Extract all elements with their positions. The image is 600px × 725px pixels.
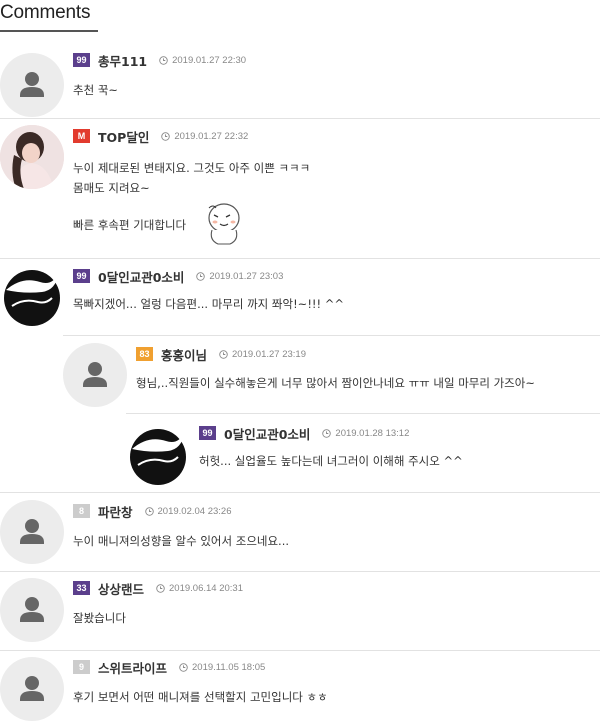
avatar[interactable] bbox=[126, 423, 190, 487]
comment-author[interactable]: 파란창 bbox=[98, 502, 133, 521]
comment-item: 8 파란창 2019.02.04 23:26 누이 매니져의성향을 알수 있어서… bbox=[0, 492, 600, 572]
clock-icon bbox=[159, 55, 168, 65]
reply-item: 99 0달인교관0소비 2019.01.28 13:12 허헛... 실업율도 … bbox=[0, 413, 600, 491]
reply-item: 83 홍홍이님 2019.01.27 23:19 형님,..직원들이 실수해놓은… bbox=[0, 335, 600, 413]
comment-text: 빠른 후속편 기대합니다 bbox=[73, 218, 187, 232]
emoticon-sticker-icon bbox=[208, 203, 240, 245]
comments-title: Comments bbox=[0, 2, 91, 23]
comment-item: M TOP달인 2019.01.27 22:32 누이 제대로된 변태지요. 그… bbox=[0, 118, 600, 259]
comment-author[interactable]: TOP달인 bbox=[98, 127, 149, 146]
comment-date: 2019.01.27 23:03 bbox=[209, 270, 284, 282]
comment-text: 목빠지겠어... 얼렁 다음편... 마무리 까지 쫘악!~!!! ^^ bbox=[73, 297, 345, 311]
comment-item: 99 0달인교관0소비 2019.01.27 23:03 목빠지겠어... 얼렁… bbox=[0, 258, 600, 333]
clock-icon bbox=[156, 583, 165, 593]
profile-logo-icon bbox=[4, 270, 60, 326]
avatar[interactable] bbox=[0, 500, 64, 564]
comment-date: 2019.06.14 20:31 bbox=[169, 582, 243, 594]
comment-author[interactable]: 0달인교관0소비 bbox=[98, 267, 184, 286]
clock-icon bbox=[144, 506, 154, 516]
default-avatar-icon bbox=[20, 72, 44, 97]
comment-text: 누이 제대로된 변태지요. 그것도 아주 이쁜 ㅋㅋㅋ bbox=[73, 161, 311, 175]
comment-author[interactable]: 0달인교관0소비 bbox=[224, 424, 310, 443]
default-avatar-icon bbox=[20, 676, 44, 701]
level-badge: 83 bbox=[136, 347, 153, 361]
comment-item: 99 총무111 2019.01.27 22:30 추천 꾹~ bbox=[0, 32, 600, 119]
clock-icon bbox=[161, 131, 171, 141]
comment-text: 후기 보면서 어떤 매니져를 선택할지 고민입니다 ㅎㅎ bbox=[73, 690, 328, 704]
level-badge: 33 bbox=[73, 581, 90, 595]
level-badge: 99 bbox=[73, 269, 90, 283]
level-badge: 8 bbox=[73, 504, 90, 518]
comment-item: 9 스위트라이프 2019.11.05 18:05 후기 보면서 어떤 매니져를… bbox=[0, 650, 600, 725]
comment-author[interactable]: 홍홍이님 bbox=[161, 345, 207, 364]
avatar[interactable] bbox=[0, 125, 64, 189]
comment-text: 추천 꾹~ bbox=[73, 83, 119, 97]
default-avatar-icon bbox=[20, 597, 44, 622]
comment-item: 33 상상랜드 2019.06.14 20:31 잘봤습니다 bbox=[0, 570, 600, 651]
avatar[interactable] bbox=[0, 53, 64, 117]
comment-text: 허헛... 실업율도 높다는데 녀그러이 이해해 주시오 ^^ bbox=[199, 454, 463, 468]
avatar[interactable] bbox=[0, 578, 64, 642]
level-badge: 9 bbox=[73, 660, 90, 674]
level-badge: 99 bbox=[73, 53, 90, 67]
avatar[interactable] bbox=[0, 657, 64, 721]
comment-date: 2019.11.05 18:05 bbox=[192, 661, 266, 673]
default-avatar-icon bbox=[20, 519, 44, 544]
clock-icon bbox=[179, 662, 188, 672]
comment-date: 2019.02.04 23:26 bbox=[157, 505, 232, 517]
clock-icon bbox=[322, 428, 332, 438]
comment-author[interactable]: 상상랜드 bbox=[98, 579, 144, 598]
manager-badge: M bbox=[73, 129, 90, 143]
profile-photo-icon bbox=[0, 125, 64, 189]
avatar[interactable] bbox=[0, 264, 64, 328]
comment-text: 잘봤습니다 bbox=[73, 611, 126, 625]
comment-author[interactable]: 총무111 bbox=[98, 51, 147, 70]
avatar[interactable] bbox=[63, 343, 127, 407]
level-badge: 99 bbox=[199, 426, 216, 440]
default-avatar-icon bbox=[83, 362, 107, 387]
clock-icon bbox=[196, 271, 206, 281]
profile-logo-icon bbox=[130, 429, 186, 485]
comment-date: 2019.01.27 23:19 bbox=[232, 348, 306, 360]
comment-text: 누이 매니져의성향을 알수 있어서 조으네요... bbox=[73, 534, 290, 548]
comment-text: 형님,..직원들이 실수해놓은게 너무 많아서 짬이안나네요 ㅠㅠ 내일 마무리… bbox=[136, 376, 535, 390]
comment-date: 2019.01.27 22:30 bbox=[172, 54, 247, 66]
comment-text: 몸매도 지려요~ bbox=[73, 181, 150, 195]
clock-icon bbox=[219, 349, 228, 359]
comment-date: 2019.01.28 13:12 bbox=[335, 427, 410, 439]
comment-date: 2019.01.27 22:32 bbox=[174, 130, 249, 142]
comment-author[interactable]: 스위트라이프 bbox=[98, 658, 167, 677]
